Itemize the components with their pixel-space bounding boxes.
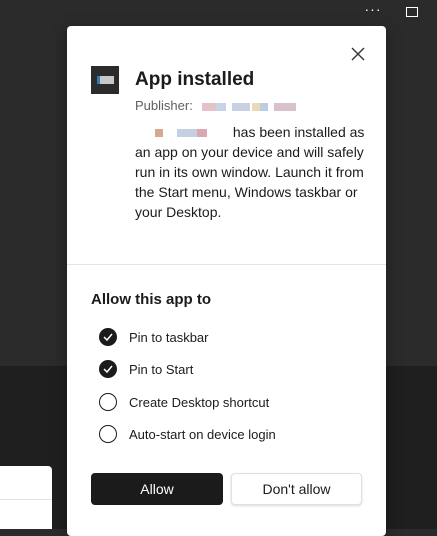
option-desktop-shortcut[interactable]: Create Desktop shortcut	[99, 392, 269, 412]
close-icon[interactable]	[349, 45, 367, 63]
dialog-title: App installed	[135, 69, 255, 90]
allow-button[interactable]: Allow	[91, 473, 223, 505]
checkbox-checked-icon[interactable]	[99, 328, 117, 346]
option-label: Auto-start on device login	[129, 426, 276, 442]
dont-allow-button[interactable]: Don't allow	[231, 473, 362, 505]
option-pin-taskbar[interactable]: Pin to taskbar	[99, 327, 209, 347]
publisher-name-redacted	[202, 102, 298, 111]
checkbox-checked-icon[interactable]	[99, 360, 117, 378]
app-name-redacted	[155, 129, 229, 138]
divider	[67, 264, 386, 265]
publisher-line: Publisher:	[135, 98, 298, 113]
option-pin-start[interactable]: Pin to Start	[99, 359, 193, 379]
install-description: has been installed as an app on your dev…	[135, 122, 365, 222]
option-auto-start[interactable]: Auto-start on device login	[99, 424, 276, 444]
publisher-label: Publisher:	[135, 98, 193, 113]
description-text: has been installed as an app on your dev…	[135, 124, 365, 220]
app-icon	[91, 66, 119, 94]
maximize-icon[interactable]	[406, 4, 418, 17]
option-label: Create Desktop shortcut	[129, 394, 270, 410]
more-icon[interactable]: ···	[361, 2, 385, 18]
checkbox-unchecked-icon[interactable]	[99, 425, 117, 443]
app-installed-dialog: App installed Publisher: has been instal…	[67, 26, 386, 536]
checkbox-unchecked-icon[interactable]	[99, 393, 117, 411]
option-label: Pin to Start	[129, 361, 194, 377]
background-card	[0, 466, 52, 529]
option-label: Pin to taskbar	[129, 329, 209, 345]
section-title: Allow this app to	[91, 291, 211, 308]
